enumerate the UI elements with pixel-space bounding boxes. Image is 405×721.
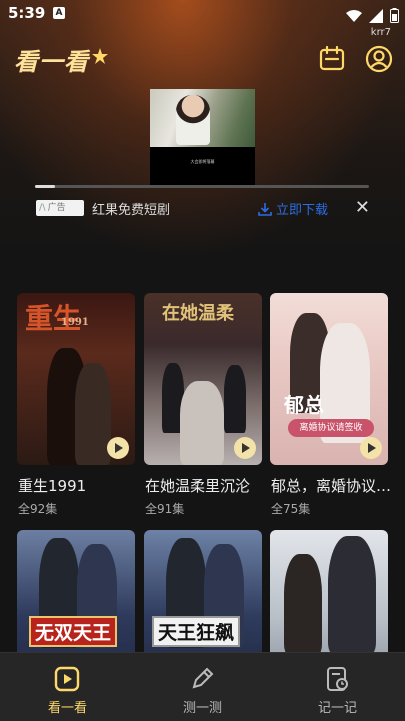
bottom-tab-bar: 看一看 测一测 记一记 <box>0 652 405 721</box>
drama-title: 在她温柔里沉沦 <box>145 477 251 495</box>
notification-icon: A <box>53 7 65 19</box>
drama-card[interactable]: 郁总 离婚协议请签收 郁总，离婚协议请签收 全75集 <box>270 293 395 516</box>
poster-title: 天王狂飙 <box>152 616 241 647</box>
tab-notes[interactable]: 记一记 <box>270 653 405 721</box>
drama-poster: 郁总 离婚协议请签收 <box>270 293 388 465</box>
play-square-icon <box>54 666 80 692</box>
notebook-clock-icon <box>327 667 348 691</box>
drama-episodes: 全91集 <box>145 502 185 516</box>
close-ad-button[interactable]: ✕ <box>355 197 370 218</box>
drama-card[interactable]: 在她温柔 在她温柔里沉沦 全91集 <box>144 293 262 516</box>
tab-label: 看一看 <box>47 701 87 716</box>
star-icon <box>92 48 108 64</box>
ad-logo-icon: /\ <box>39 203 46 213</box>
poster-title: 在她温柔 <box>162 303 234 324</box>
download-button[interactable]: 立即下载 <box>258 199 328 218</box>
calendar-icon[interactable] <box>318 45 346 73</box>
user-profile-icon[interactable] <box>365 45 393 73</box>
drama-title: 重生1991 <box>18 477 87 495</box>
download-icon <box>258 203 272 216</box>
drama-card[interactable]: 重生 1991 重生1991 全92集 <box>17 293 135 516</box>
drama-episodes: 全75集 <box>271 502 311 516</box>
play-icon[interactable] <box>234 437 256 459</box>
ad-badge: /\ 广告 <box>36 200 84 216</box>
battery-icon <box>390 8 399 23</box>
download-label: 立即下载 <box>276 203 329 218</box>
drama-poster: 重生 1991 <box>17 293 135 465</box>
video-progress-bar[interactable] <box>35 185 369 188</box>
video-person <box>176 95 210 145</box>
status-bar: 5:39 A <box>0 0 405 28</box>
play-icon[interactable] <box>360 437 382 459</box>
tab-label: 测一测 <box>182 701 222 716</box>
drama-episodes: 全92集 <box>18 502 58 516</box>
status-time: 5:39 <box>8 4 46 22</box>
ad-title: 红果免费短剧 <box>92 203 171 218</box>
poster-subtitle: 离婚协议请签收 <box>288 419 374 437</box>
tab-label: 记一记 <box>317 701 357 716</box>
ad-badge-label: 广告 <box>47 203 66 213</box>
video-progress-fill <box>35 185 56 188</box>
poster-title: 无双天王 <box>29 616 118 647</box>
tab-watch[interactable]: 看一看 <box>0 653 135 721</box>
system-icons <box>344 5 399 24</box>
ad-banner[interactable]: /\ 广告 红果免费短剧 立即下载 ✕ <box>36 197 376 219</box>
poster-title: 郁总 <box>284 393 324 417</box>
tab-test[interactable]: 测一测 <box>135 653 270 721</box>
poster-subtitle: 1991 <box>61 317 89 328</box>
drama-poster: 在她温柔 <box>144 293 262 465</box>
pencil-icon <box>192 667 214 689</box>
play-icon[interactable] <box>107 437 129 459</box>
user-tag: krr7 <box>370 27 391 38</box>
ad-video[interactable]: 大会即将落幕 <box>150 89 255 185</box>
video-subtitle: 大会即将落幕 <box>190 159 215 164</box>
drama-title: 郁总，离婚协议请签收 <box>271 477 395 495</box>
wifi-icon <box>345 9 362 22</box>
app-logo: 看一看 <box>14 47 89 76</box>
signal-icon <box>368 8 383 23</box>
